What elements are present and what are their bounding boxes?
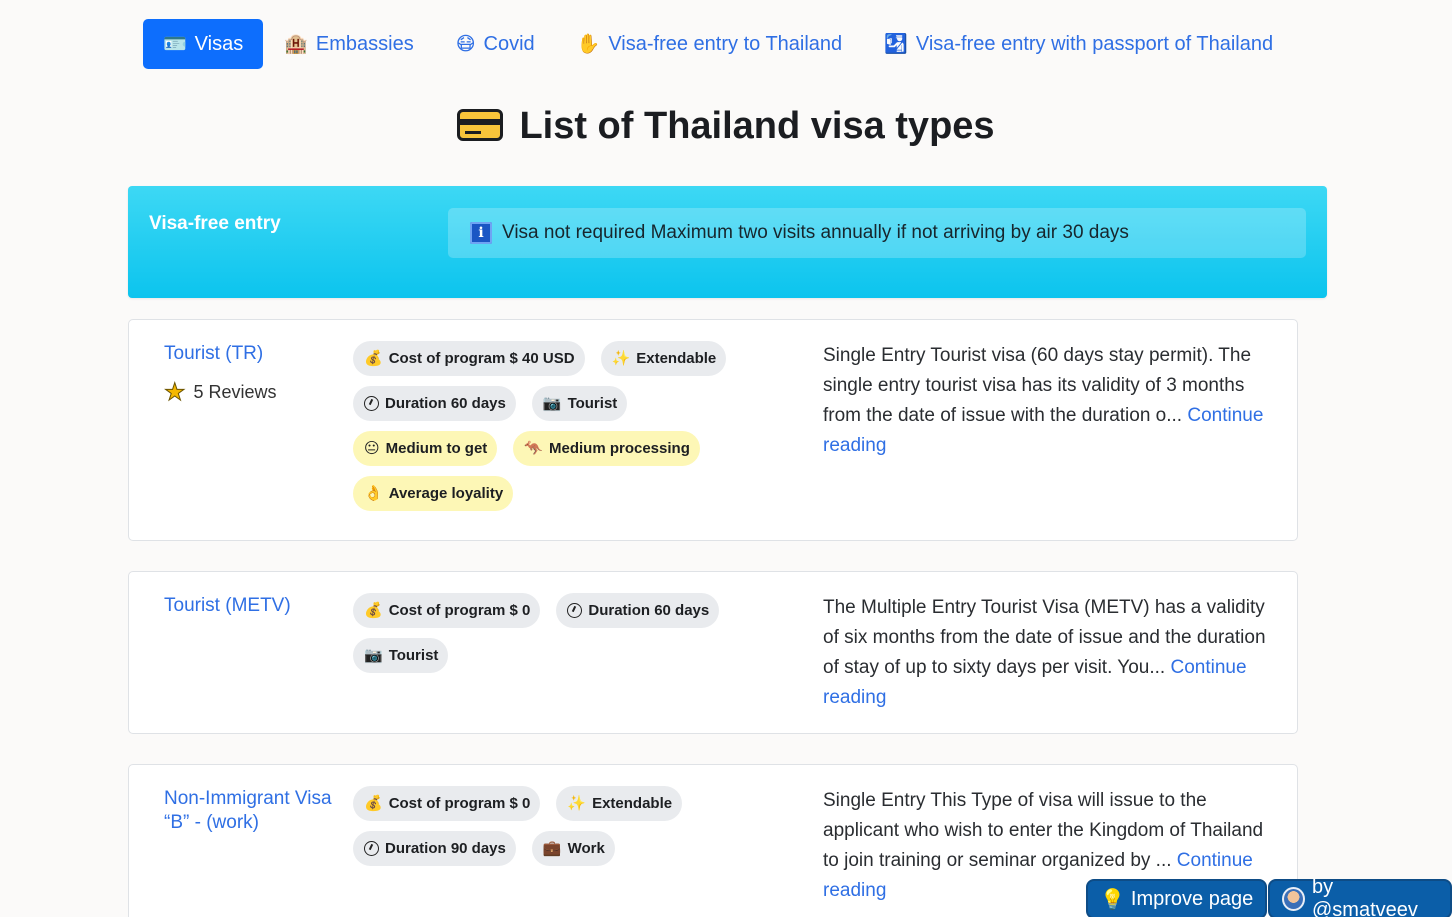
nav-label: Embassies (315, 32, 414, 55)
visa-card-tourist-tr: Tourist (TR) ★ 5 Reviews 💰 Cost of progra… (128, 319, 1298, 541)
nav-visas[interactable]: 🪪 Visas (143, 19, 264, 69)
badge-cost: 💰 Cost of program $ 40 USD (353, 341, 585, 376)
badge-type: 💼 Work (531, 831, 615, 866)
badge-duration: Duration 60 days (556, 593, 720, 628)
visa-description: Single Entry Tourist visa (60 days stay … (823, 345, 1264, 456)
money-bag-icon: 💰 (364, 350, 383, 367)
badge-type: 📷 Tourist (531, 386, 628, 421)
badge-duration: Duration 90 days (353, 831, 516, 866)
badge-processing: 🦘 Medium processing (513, 431, 700, 466)
clock-icon (567, 603, 583, 618)
author-button[interactable]: by @smatveev (1268, 876, 1452, 917)
ok-hand-icon: 👌 (364, 485, 383, 502)
money-bag-icon: 💰 (364, 795, 383, 812)
improve-page-button[interactable]: 💡 Improve page (1086, 879, 1268, 917)
camera-icon: 📷 (542, 395, 562, 412)
nav-visa-free-passport[interactable]: 🛂 Visa-free entry with passport of Thail… (863, 19, 1294, 69)
visa-description: The Multiple Entry Tourist Visa (METV) h… (823, 597, 1266, 708)
author-label: by @smatveev (1312, 876, 1418, 917)
badge-extendable: ✨ Extendable (556, 786, 683, 821)
badge-cost: 💰 Cost of program $ 0 (353, 786, 541, 821)
nav-label: Visas (194, 32, 244, 55)
avatar (1282, 887, 1305, 911)
camera-icon: 📷 (364, 647, 383, 664)
clock-icon (364, 841, 379, 856)
visa-title-link[interactable]: Non-Immigrant Visa “B” - (work) (164, 787, 334, 835)
badge-cost: 💰 Cost of program $ 0 (353, 593, 541, 628)
nav-visa-free-entry[interactable]: ✋ Visa-free entry to Thailand (556, 19, 864, 69)
visa-free-banner: Visa-free entry i Visa not required Maxi… (128, 186, 1327, 298)
page-title: List of Thailand visa types (0, 100, 1452, 152)
mask-face-icon: 😷 (455, 33, 476, 55)
reviews-count[interactable]: ★ 5 Reviews (164, 378, 277, 407)
visa-badges: 💰 Cost of program $ 40 USD ✨ Extendable Du… (353, 341, 733, 511)
reviews-label: 5 Reviews (193, 382, 277, 402)
clock-icon (364, 396, 379, 411)
raised-hand-icon: ✋ (576, 33, 601, 55)
visa-badges: 💰 Cost of program $ 0 ✨ Extendable Duratio… (353, 786, 733, 866)
banner-note: i Visa not required Maximum two visits a… (448, 208, 1306, 258)
briefcase-icon: 💼 (542, 840, 562, 857)
visa-title-link[interactable]: Tourist (TR) (164, 342, 334, 366)
nav-label: Visa-free entry with passport of Thailan… (915, 32, 1274, 55)
lightbulb-icon: 💡 (1100, 888, 1125, 911)
money-bag-icon: 💰 (364, 602, 383, 619)
visa-title-link[interactable]: Tourist (METV) (164, 594, 334, 618)
sparkles-icon: ✨ (611, 350, 631, 367)
top-nav: 🪪 Visas 🏨 Embassies 😷 Covid ✋ Visa-free … (143, 19, 1294, 69)
nav-label: Covid (483, 32, 535, 55)
badge-loyalty: 👌 Average loyality (353, 476, 514, 511)
visa-badges: 💰 Cost of program $ 0 Duration 60 days 📷 T… (353, 593, 733, 673)
visa-card-tourist-metv: Tourist (METV) 💰 Cost of program $ 0 Dura… (128, 571, 1298, 734)
neutral-face-icon: 😐 (364, 440, 380, 457)
improve-page-label: Improve page (1130, 887, 1254, 910)
credit-card-icon (457, 109, 504, 141)
info-icon: i (470, 222, 492, 244)
nav-label: Visa-free entry to Thailand (608, 32, 843, 55)
banner-title: Visa-free entry (149, 213, 281, 234)
kangaroo-icon: 🦘 (524, 440, 543, 457)
star-icon: ★ (164, 379, 186, 407)
passport-icon: 🪪 (163, 33, 187, 55)
nav-covid[interactable]: 😷 Covid (435, 19, 556, 69)
passport-control-icon: 🛂 (884, 33, 908, 55)
banner-note-text: Visa not required Maximum two visits ann… (502, 222, 1129, 243)
badge-type: 📷 Tourist (353, 638, 449, 673)
nav-embassies[interactable]: 🏨 Embassies (263, 19, 434, 69)
building-icon: 🏨 (284, 33, 308, 55)
badge-duration: Duration 60 days (353, 386, 516, 421)
badge-extendable: ✨ Extendable (600, 341, 727, 376)
sparkles-icon: ✨ (567, 795, 587, 812)
badge-difficulty: 😐 Medium to get (353, 431, 498, 466)
